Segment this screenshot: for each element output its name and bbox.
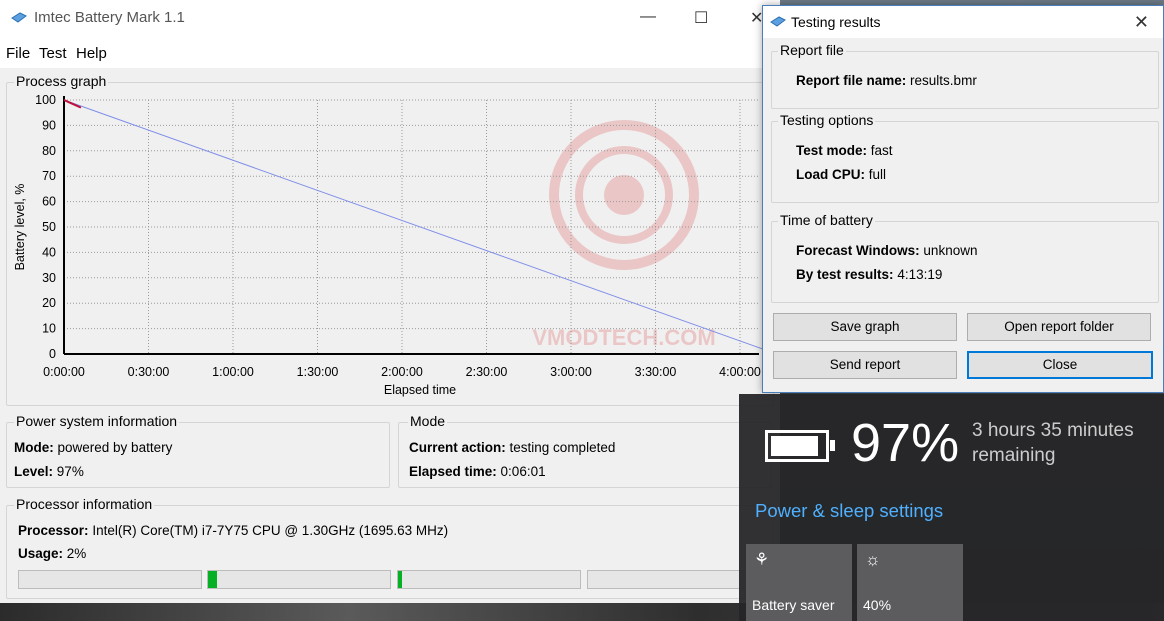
battery-cap: [830, 440, 835, 451]
usage-label: Usage:: [18, 546, 64, 561]
x-tick-label: 1:00:00: [212, 365, 254, 379]
x-tick-label: 0:30:00: [128, 365, 170, 379]
elapsed-time-label: Elapsed time:: [409, 464, 497, 479]
dialog-close-icon[interactable]: ✕: [1134, 12, 1149, 33]
y-tick-label: 30: [42, 271, 56, 285]
test-mode-value: fast: [870, 143, 893, 158]
elapsed-time-value: 0:06:01: [500, 464, 546, 479]
leaf-icon: ⚘: [754, 550, 770, 569]
battery-saver-label: Battery saver: [752, 597, 835, 613]
x-tick-label: 1:30:00: [297, 365, 339, 379]
y-tick-label: 60: [42, 195, 56, 209]
y-tick-label: 40: [42, 245, 56, 259]
close-button[interactable]: Close: [967, 351, 1153, 379]
core-usage-bar: [207, 570, 391, 589]
brightness-tile[interactable]: ☼ 40%: [857, 544, 963, 621]
time-of-battery-group: Time of battery: [771, 212, 1159, 303]
report-file-title: Report file: [778, 42, 846, 58]
usage-value: 2%: [66, 546, 87, 561]
load-cpu-value: full: [868, 167, 887, 182]
test-mode-row: Test mode: fast: [796, 143, 893, 158]
forecast-label: Forecast Windows:: [796, 243, 920, 258]
testing-options-group: Testing options: [771, 112, 1159, 203]
forecast-row: Forecast Windows: unknown: [796, 243, 977, 258]
battery-percent: 97%: [851, 413, 960, 473]
x-axis-label: Elapsed time: [384, 383, 456, 397]
core-usage-bar: [18, 570, 202, 589]
current-action-label: Current action:: [409, 440, 506, 455]
y-tick-label: 70: [42, 169, 56, 183]
power-info-title: Power system information: [14, 413, 180, 429]
y-tick-label: 50: [42, 220, 56, 234]
core-usage-bar: [397, 570, 581, 589]
dialog-title-bar[interactable]: Testing results ✕: [763, 6, 1163, 38]
power-level-value: 97%: [56, 464, 84, 479]
x-tick-label: 0:00:00: [43, 365, 85, 379]
y-tick-label: 20: [42, 296, 56, 310]
main-window: Imtec Battery Mark 1.1 — ☐ ✕ File Test H…: [0, 0, 780, 603]
save-graph-button[interactable]: Save graph: [773, 313, 957, 341]
by-test-label: By test results:: [796, 267, 894, 282]
y-tick-label: 80: [42, 144, 56, 158]
testing-options-title: Testing options: [778, 112, 876, 128]
core-usage-fill: [208, 571, 218, 588]
y-axis-label: Battery level, %: [13, 184, 27, 271]
x-tick-label: 4:00:00: [719, 365, 761, 379]
load-cpu-label: Load CPU:: [796, 167, 865, 182]
processor-label: Processor:: [18, 523, 89, 538]
current-action-row: Current action: testing completed: [409, 440, 615, 455]
x-tick-label: 3:30:00: [635, 365, 677, 379]
by-test-value: 4:13:19: [897, 267, 943, 282]
x-tick-label: 2:30:00: [466, 365, 508, 379]
process-graph: VMODTECH.COM 0 10 20 30 40 50 60 70 80 90 100 0:00:…: [13, 93, 777, 397]
power-level-row: Level: 97%: [14, 464, 84, 479]
report-file-value: results.bmr: [910, 73, 977, 88]
x-tick-label: 3:00:00: [550, 365, 592, 379]
test-mode-label: Test mode:: [796, 143, 868, 158]
measured-line: [63, 99, 82, 109]
report-file-label: Report file name:: [796, 73, 907, 88]
watermark-logo: VMODTECH.COM: [532, 120, 716, 350]
brightness-icon: ☼: [865, 550, 881, 569]
usage-row: Usage: 2%: [18, 546, 86, 561]
y-tick-label: 90: [42, 118, 56, 132]
battery-icon: [765, 430, 835, 462]
power-level-label: Level:: [14, 464, 54, 479]
send-report-button[interactable]: Send report: [773, 351, 957, 379]
power-mode-row: Mode: powered by battery: [14, 440, 172, 455]
y-tick-label: 0: [49, 347, 56, 361]
mode-title: Mode: [408, 413, 448, 429]
y-tick-label: 100: [35, 93, 56, 107]
power-sleep-settings-link[interactable]: Power & sleep settings: [755, 500, 943, 522]
processor-value: Intel(R) Core(TM) i7-7Y75 CPU @ 1.30GHz …: [92, 523, 449, 538]
battery-saver-tile[interactable]: ⚘ Battery saver: [746, 544, 852, 621]
x-tick-label: 2:00:00: [381, 365, 423, 379]
report-file-row: Report file name: results.bmr: [796, 73, 977, 88]
brightness-label: 40%: [863, 597, 892, 613]
time-of-battery-title: Time of battery: [778, 212, 875, 228]
processor-title: Processor information: [14, 496, 155, 512]
y-tick-label: 10: [42, 322, 56, 336]
battery-app-icon: [770, 16, 786, 27]
forecast-value: unknown: [923, 243, 978, 258]
core-usage-fill: [398, 571, 402, 588]
load-cpu-row: Load CPU: full: [796, 167, 886, 182]
power-mode-label: Mode:: [14, 440, 54, 455]
open-report-folder-button[interactable]: Open report folder: [967, 313, 1151, 341]
by-test-row: By test results: 4:13:19: [796, 267, 942, 282]
dialog-title: Testing results: [791, 14, 881, 30]
testing-results-dialog: Testing results ✕ Report file Report fil…: [762, 5, 1164, 393]
power-mode-value: powered by battery: [57, 440, 173, 455]
processor-row: Processor: Intel(R) Core(TM) i7-7Y75 CPU…: [18, 523, 448, 538]
current-action-value: testing completed: [509, 440, 616, 455]
battery-flyout: 97% 3 hours 35 minutes remaining Power &…: [739, 394, 1164, 621]
battery-remaining: 3 hours 35 minutes remaining: [972, 420, 1134, 466]
battery-level-fill: [771, 436, 818, 456]
elapsed-time-row: Elapsed time: 0:06:01: [409, 464, 546, 479]
